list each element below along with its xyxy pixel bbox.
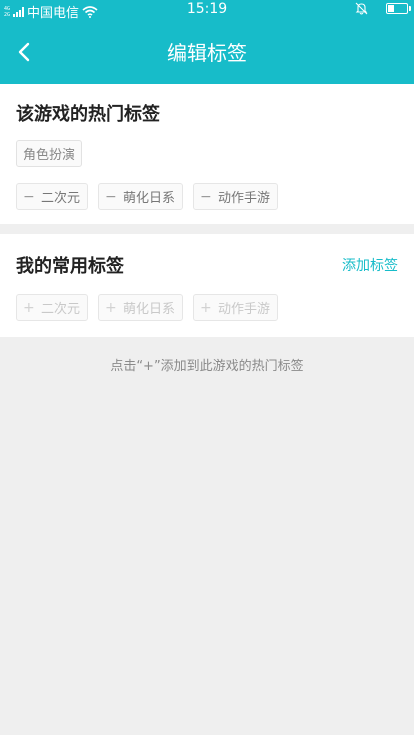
hot-tag-item[interactable]: − 二次元 [16,183,89,210]
add-tag-button[interactable]: 添加标签 [342,255,398,275]
hot-tag-list: − 二次元 − 萌化日系 − 动作手游 [16,183,398,210]
tag-label: 动作手游 [218,302,271,317]
minus-icon: − [105,188,117,205]
main-tag: 角色扮演 [16,140,83,167]
page-title: 编辑标签 [167,41,247,65]
battery-fill [388,5,395,12]
tag-label: 萌化日系 [123,191,176,206]
hot-tags-section: 该游戏的热门标签 角色扮演 − 二次元 − 萌化日系 − 动作手游 [0,84,414,224]
hot-tags-title: 该游戏的热门标签 [16,104,160,125]
main-tag-row: 角色扮演 [16,140,398,167]
header: 4G 2G 中国电信 15:19 编辑标签 [0,0,414,84]
common-tag-list: + 二次元 + 萌化日系 + 动作手游 [16,294,398,321]
tag-label: 动作手游 [218,191,271,206]
status-bar: 4G 2G 中国电信 15:19 [0,0,414,21]
common-tag-item[interactable]: + 萌化日系 [98,294,184,321]
minus-icon: − [200,188,212,205]
tag-label: 二次元 [41,191,81,206]
common-tag-item[interactable]: + 动作手游 [193,294,279,321]
hot-tag-item[interactable]: − 萌化日系 [98,183,184,210]
status-right [355,2,411,15]
common-tags-title: 我的常用标签 [16,256,124,277]
hint-text: 点击“+”添加到此游戏的热门标签 [110,359,304,374]
bell-muted-icon [355,2,368,15]
common-tags-section: 我的常用标签 添加标签 + 二次元 + 萌化日系 + 动作手游 [0,234,414,337]
plus-icon: + [200,299,212,316]
battery-icon [386,3,411,14]
tag-label: 萌化日系 [123,302,176,317]
tag-label: 二次元 [41,302,81,317]
status-time: 15:19 [186,1,228,17]
nav-bar: 编辑标签 [0,20,414,84]
minus-icon: − [23,188,35,205]
plus-icon: + [23,299,35,316]
hot-tag-item[interactable]: − 动作手游 [193,183,279,210]
common-tag-item[interactable]: + 二次元 [16,294,89,321]
plus-icon: + [105,299,117,316]
common-tags-header: 我的常用标签 添加标签 [16,252,398,278]
